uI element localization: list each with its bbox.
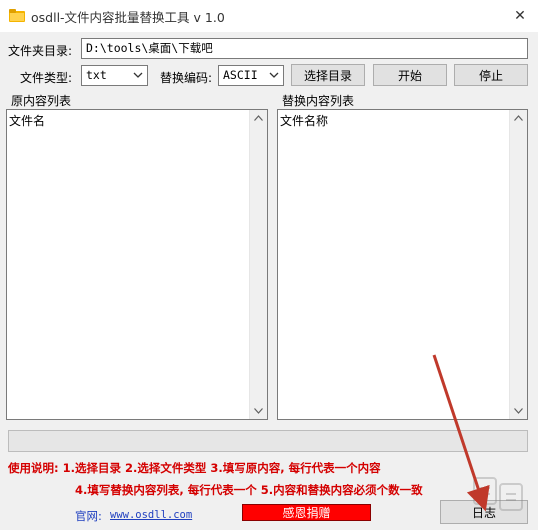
select-directory-button[interactable]: 选择目录 [291,64,365,86]
encoding-label: 替换编码: [160,71,213,85]
original-content-text: 文件名 [9,114,46,128]
annotation-arrow-icon [432,354,490,512]
close-button[interactable]: ✕ [502,0,538,32]
donate-button[interactable]: 感恩捐赠 [242,504,371,521]
encoding-value: ASCII [223,68,258,82]
chevron-down-icon [133,72,143,78]
vertical-scrollbar[interactable] [249,110,267,419]
official-site-label: 官网: [75,509,102,523]
folder-label: 文件夹目录: [8,44,73,58]
folder-icon [9,9,25,22]
file-type-value: txt [86,68,107,82]
window-title: osdll-文件内容批量替换工具 v 1.0 [31,10,225,25]
original-list-label: 原内容列表 [11,94,72,108]
start-button[interactable]: 开始 [373,64,447,86]
close-icon: ✕ [514,8,526,24]
scroll-down-icon[interactable] [514,408,523,414]
stop-button[interactable]: 停止 [454,64,528,86]
title-bar: osdll-文件内容批量替换工具 v 1.0 ✕ [0,0,538,32]
file-type-select[interactable]: txt [81,65,148,86]
official-site-link[interactable]: www.osdll.com [110,509,192,521]
encoding-select[interactable]: ASCII [218,65,284,86]
replace-list-label: 替换内容列表 [282,94,355,108]
replace-content-text: 文件名称 [280,114,329,128]
instructions-line-1: 使用说明: 1.选择目录 2.选择文件类型 3.填写原内容, 每行代表一个内容 [8,461,381,475]
chevron-down-icon [269,72,279,78]
original-content-textarea[interactable]: 文件名 [6,109,268,420]
scroll-down-icon[interactable] [254,408,263,414]
vertical-scrollbar[interactable] [509,110,527,419]
file-type-label: 文件类型: [20,71,73,85]
folder-path-input[interactable]: D:\tools\桌面\下载吧 [81,38,528,59]
scroll-up-icon[interactable] [254,115,263,121]
instructions-line-2: 4.填写替换内容列表, 每行代表一个 5.内容和替换内容必须个数一致 [75,483,423,497]
scroll-up-icon[interactable] [514,115,523,121]
